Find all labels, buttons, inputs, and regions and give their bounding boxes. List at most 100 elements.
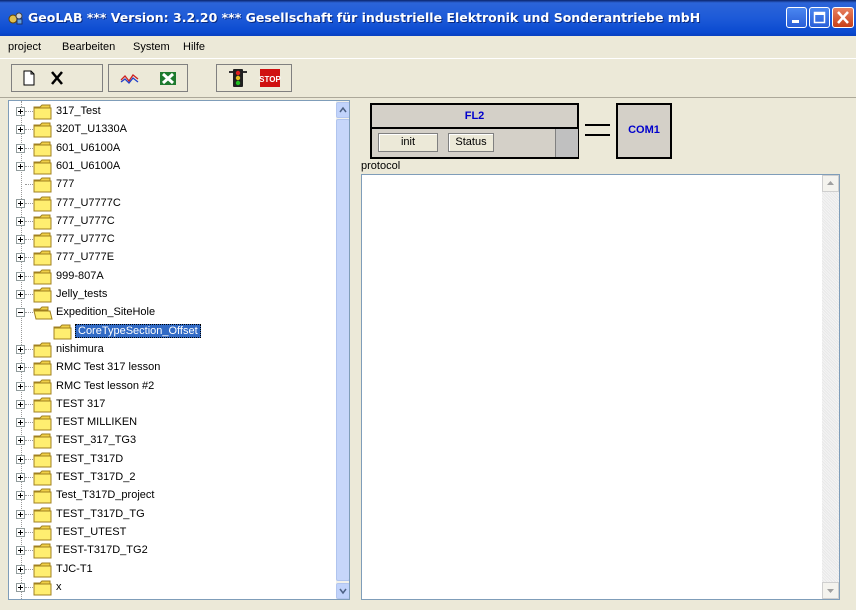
tree-item[interactable]: 777 — [9, 176, 329, 194]
expand-plus-icon[interactable] — [16, 253, 25, 263]
tree-connector — [25, 129, 33, 131]
port-com1[interactable]: COM1 — [616, 103, 672, 159]
expand-plus-icon[interactable] — [16, 344, 25, 354]
tree-connector — [25, 348, 33, 350]
expand-plus-icon[interactable] — [16, 143, 25, 153]
tree-item[interactable]: 777_U777E — [9, 249, 329, 267]
chart-button[interactable] — [119, 67, 141, 89]
device-name: FL2 — [372, 105, 577, 129]
tree-item[interactable]: 777_U777C — [9, 231, 329, 249]
title-bar[interactable]: GeoLAB *** Version: 3.2.20 *** Gesellsch… — [0, 0, 856, 36]
expand-plus-icon[interactable] — [16, 399, 25, 409]
folder-icon — [33, 287, 53, 303]
tree-item[interactable]: TEST_T317D — [9, 451, 329, 469]
excel-button[interactable] — [157, 67, 179, 89]
toolbar-group-data — [108, 64, 188, 92]
run-button[interactable] — [227, 67, 249, 89]
protocol-textarea[interactable] — [361, 174, 840, 600]
expand-plus-icon[interactable] — [16, 454, 25, 464]
tree-item[interactable]: 320T_U1330A — [9, 121, 329, 139]
tree-item[interactable]: 777_U777C — [9, 213, 329, 231]
tree-item[interactable]: 601_U6100A — [9, 158, 329, 176]
tree-item-label: TEST_T317D_TG — [56, 507, 145, 520]
tree-item[interactable]: Expedition_SiteHole — [9, 304, 329, 322]
tree-item[interactable]: TEST_UTEST — [9, 524, 329, 542]
tree-item[interactable]: nishimura — [9, 341, 329, 359]
protocol-scroll-up[interactable] — [822, 175, 839, 192]
expand-plus-icon[interactable] — [16, 582, 25, 592]
expand-plus-icon[interactable] — [16, 436, 25, 446]
scroll-up-button[interactable] — [336, 102, 349, 118]
collapse-minus-icon[interactable] — [16, 308, 25, 318]
tree-item[interactable]: TEST_T317D_2 — [9, 469, 329, 487]
tree-item[interactable]: TEST 317 — [9, 396, 329, 414]
expand-plus-icon[interactable] — [16, 546, 25, 556]
folder-icon — [33, 543, 53, 559]
expand-plus-icon[interactable] — [16, 491, 25, 501]
expand-plus-icon[interactable] — [16, 216, 25, 226]
tree-item[interactable]: TEST_T317D_TG — [9, 506, 329, 524]
tree-item[interactable]: 317_Test — [9, 103, 329, 121]
tree-item[interactable]: 777_U7777C — [9, 195, 329, 213]
tree-scrollbar[interactable] — [336, 101, 349, 599]
tree-item[interactable]: TEST-T317D_TG2 — [9, 542, 329, 560]
protocol-scrollbar[interactable] — [822, 175, 839, 599]
tree-item[interactable]: TEST MILLIKEN — [9, 414, 329, 432]
folder-icon — [53, 324, 73, 340]
expand-plus-icon[interactable] — [16, 125, 25, 135]
close-button[interactable] — [832, 7, 854, 28]
tree-item[interactable]: TEST_317_TG3 — [9, 432, 329, 450]
tree-item-label: 777_U777C — [56, 214, 115, 227]
expand-plus-icon[interactable] — [16, 161, 25, 171]
expand-plus-icon[interactable] — [16, 418, 25, 428]
folder-open-icon — [33, 305, 53, 321]
menu-hilfe[interactable]: Hilfe — [183, 41, 205, 53]
scroll-thumb[interactable] — [336, 119, 349, 581]
stop-button[interactable]: STOP — [259, 67, 281, 89]
expand-plus-icon[interactable] — [16, 235, 25, 245]
tree-item[interactable]: 999-807A — [9, 268, 329, 286]
expand-plus-icon[interactable] — [16, 509, 25, 519]
minimize-button[interactable] — [786, 7, 807, 28]
expand-plus-icon[interactable] — [16, 473, 25, 482]
protocol-scroll-down[interactable] — [822, 582, 839, 599]
tree-item[interactable]: CoreTypeSection_Offset — [9, 323, 329, 341]
maximize-button[interactable] — [809, 7, 830, 28]
folder-icon — [33, 415, 53, 431]
expand-plus-icon[interactable] — [16, 290, 25, 299]
expand-plus-icon[interactable] — [16, 271, 25, 281]
menu-project[interactable]: project — [8, 41, 41, 53]
tree-item[interactable]: RMC Test 317 lesson — [9, 359, 329, 377]
tree-item[interactable]: Jelly_tests — [9, 286, 329, 304]
expand-plus-icon[interactable] — [16, 198, 25, 208]
tree-item[interactable]: 601_U6100A — [9, 140, 329, 158]
tree-item[interactable]: TJC-T1 — [9, 561, 329, 579]
delete-x-icon — [51, 71, 63, 85]
expand-plus-icon[interactable] — [16, 527, 25, 537]
chevron-up-icon — [827, 181, 834, 185]
tree-item[interactable]: RMC Test lesson #2 — [9, 378, 329, 396]
scroll-down-button[interactable] — [336, 583, 349, 599]
tree-item[interactable]: Test_T317D_project — [9, 487, 329, 505]
tree-connector — [25, 257, 33, 259]
tree-item-label: TEST_T317D_2 — [56, 471, 136, 483]
menu-bearbeiten[interactable]: Bearbeiten — [62, 41, 115, 53]
tree-item-label: x — [56, 580, 62, 593]
device-panel-fl2: FL2 init Status — [370, 103, 579, 159]
tree-item-label: Test_T317D_project — [56, 489, 155, 502]
expand-plus-icon[interactable] — [16, 107, 25, 116]
tree-item-label: RMC Test 317 lesson — [56, 361, 161, 374]
tree-item[interactable]: x — [9, 579, 329, 597]
tree-connector — [25, 550, 33, 552]
tree-connector — [25, 531, 33, 533]
new-button[interactable] — [18, 67, 40, 89]
tree-item-label: nishimura — [56, 342, 104, 355]
expand-plus-icon[interactable] — [16, 363, 25, 373]
tree-connector — [25, 111, 33, 112]
status-button[interactable]: Status — [448, 133, 494, 152]
delete-button[interactable] — [46, 67, 68, 89]
menu-system[interactable]: System — [133, 41, 170, 53]
expand-plus-icon[interactable] — [16, 381, 25, 391]
expand-plus-icon[interactable] — [16, 564, 25, 574]
init-button[interactable]: init — [378, 133, 438, 152]
